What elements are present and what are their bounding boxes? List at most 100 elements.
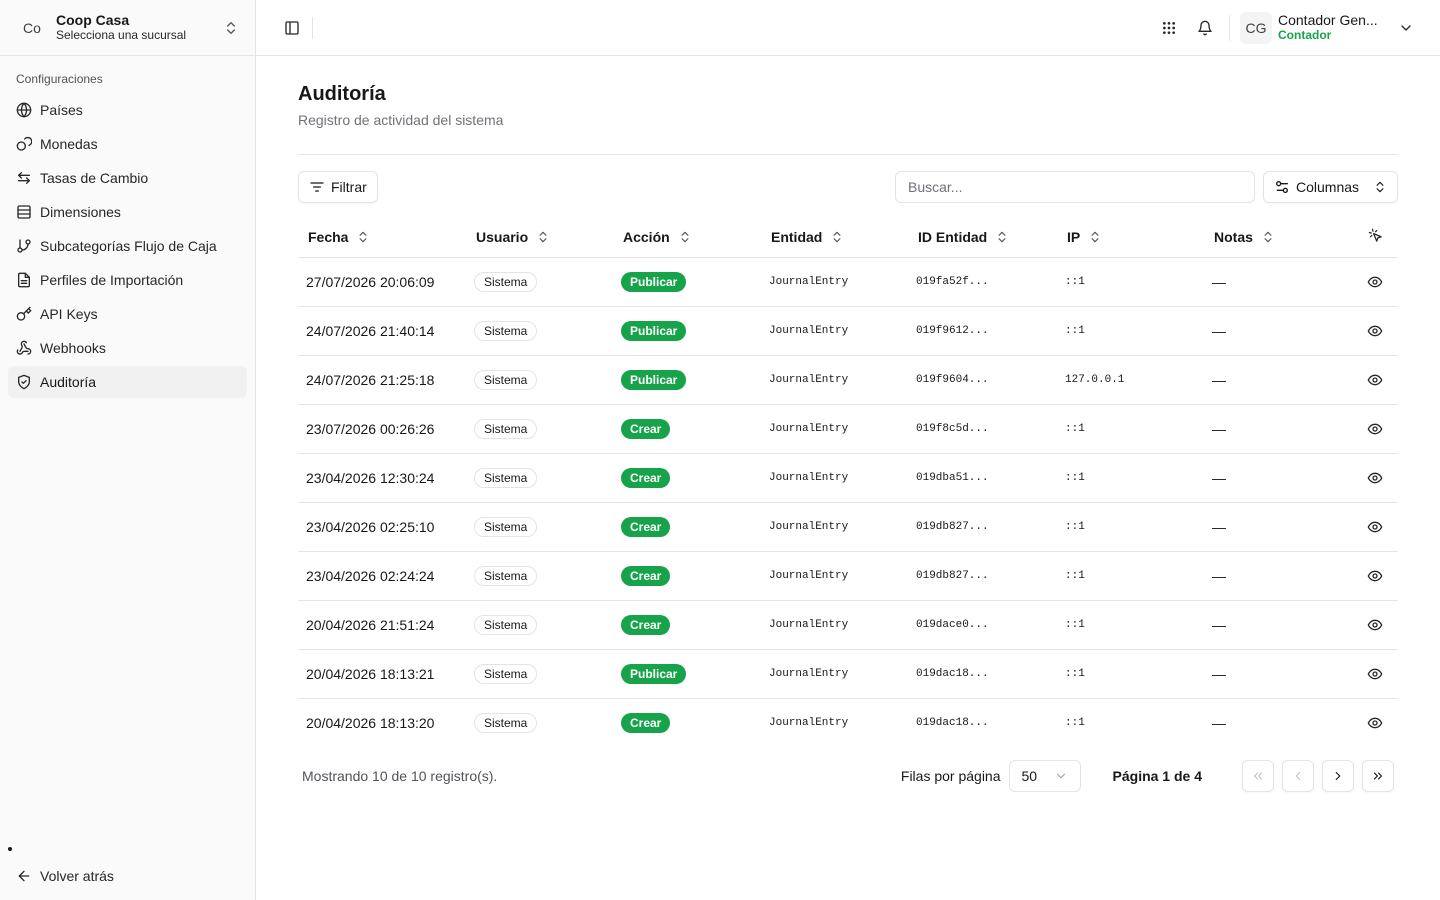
- notifications-button[interactable]: [1187, 10, 1223, 46]
- view-details-button[interactable]: [1352, 355, 1398, 405]
- view-details-button[interactable]: [1352, 404, 1398, 454]
- sort-icon: [681, 231, 689, 242]
- sparkle-cursor-icon: [1368, 228, 1382, 242]
- user-name: Contador Gen...: [1278, 11, 1378, 28]
- view-details-button[interactable]: [1352, 257, 1398, 307]
- sidebar-item-auditoria[interactable]: Auditoría: [8, 366, 247, 398]
- header-id-entidad[interactable]: ID Entidad: [908, 217, 1057, 258]
- header-label: Fecha: [308, 228, 349, 245]
- chevrons-left-icon: [1253, 772, 1263, 780]
- header-actions[interactable]: [1352, 217, 1398, 258]
- cell-id-entidad: 019f8c5d...: [908, 404, 1057, 454]
- table-row: 24/07/2026 21:40:14 Sistema Publicar Journa…: [298, 306, 1398, 356]
- sort-icon: [539, 231, 547, 242]
- view-details-button[interactable]: [1352, 306, 1398, 356]
- view-details-button[interactable]: [1352, 698, 1398, 747]
- topbar: CG Contador Gen... Contador: [256, 0, 1440, 56]
- cell-id-entidad: 019f9612...: [908, 306, 1057, 356]
- view-details-button[interactable]: [1352, 600, 1398, 650]
- audit-table: Fecha Usuario Acción Entidad ID Entidad …: [298, 217, 1398, 747]
- view-details-button[interactable]: [1352, 551, 1398, 601]
- header-entidad[interactable]: Entidad: [761, 217, 908, 258]
- header-notas[interactable]: Notas: [1204, 217, 1352, 258]
- sidebar-toggle-button[interactable]: [278, 14, 306, 42]
- cell-ip: ::1: [1057, 404, 1204, 454]
- user-avatar: CG: [1240, 11, 1272, 44]
- header-fecha[interactable]: Fecha: [298, 217, 466, 258]
- cell-ip: ::1: [1057, 306, 1204, 356]
- cell-ip: ::1: [1057, 257, 1204, 307]
- cell-fecha: 20/04/2026 18:13:21: [298, 649, 466, 699]
- org-switcher[interactable]: Co Coop Casa Selecciona una sucursal: [0, 0, 255, 56]
- header-accion[interactable]: Acción: [613, 217, 761, 258]
- cell-entidad: JournalEntry: [761, 600, 908, 650]
- back-link[interactable]: Volver atrás: [8, 860, 122, 892]
- eye-icon: [1367, 619, 1383, 631]
- sidebar-item-subcategorias[interactable]: Subcategorías Flujo de Caja: [8, 230, 247, 262]
- header-usuario[interactable]: Usuario: [466, 217, 613, 258]
- pagination-info: Mostrando 10 de 10 registro(s).: [302, 768, 498, 784]
- sidebar-item-perfiles-importacion[interactable]: Perfiles de Importación: [8, 264, 247, 296]
- cell-entidad: JournalEntry: [761, 257, 908, 307]
- filter-button[interactable]: Filtrar: [298, 171, 378, 203]
- cell-id-entidad: 019fa52f...: [908, 257, 1057, 307]
- sidebar-item-paises[interactable]: Países: [8, 94, 247, 126]
- sort-icon: [1091, 231, 1099, 242]
- next-page-button[interactable]: [1322, 760, 1354, 792]
- user-badge: Sistema: [474, 663, 538, 684]
- sidebar-item-dimensiones[interactable]: Dimensiones: [8, 196, 247, 228]
- search-input[interactable]: [895, 171, 1255, 203]
- user-badge: Sistema: [474, 712, 538, 733]
- chevron-left-icon: [1295, 771, 1301, 781]
- cell-fecha: 23/04/2026 02:25:10: [298, 502, 466, 552]
- first-page-button[interactable]: [1242, 760, 1274, 792]
- table-row: 23/04/2026 02:25:10 Sistema Crear JournalEn…: [298, 502, 1398, 552]
- cell-ip: ::1: [1057, 649, 1204, 699]
- table-toolbar: Filtrar Columnas: [298, 171, 1398, 203]
- chevron-down-icon: [1056, 773, 1065, 779]
- eye-icon: [1367, 374, 1383, 386]
- sidebar-item-monedas[interactable]: Monedas: [8, 128, 247, 160]
- org-avatar: Co: [23, 19, 41, 36]
- cell-entidad: JournalEntry: [761, 649, 908, 699]
- arrows-exchange-icon: [18, 172, 30, 184]
- webhook-icon: [16, 340, 32, 355]
- divider: [298, 154, 1398, 155]
- header-label: Entidad: [771, 228, 823, 245]
- user-menu[interactable]: CG Contador Gen... Contador: [1240, 11, 1440, 44]
- sidebar-item-api-keys[interactable]: API Keys: [8, 298, 247, 330]
- action-badge: Crear: [621, 418, 671, 439]
- header-ip[interactable]: IP: [1057, 217, 1204, 258]
- sidebar-item-label: Perfiles de Importación: [40, 272, 184, 288]
- rows-per-page-value: 50: [1021, 768, 1038, 784]
- action-badge: Publicar: [621, 369, 687, 390]
- sidebar-dot: [8, 847, 12, 851]
- filter-button-label: Filtrar: [331, 179, 367, 195]
- pagination: Mostrando 10 de 10 registro(s). Filas po…: [298, 759, 1398, 793]
- globe-icon: [16, 102, 32, 118]
- page-indicator: Página 1 de 4: [1112, 768, 1202, 784]
- chevrons-up-down-icon: [227, 21, 235, 34]
- cell-entidad: JournalEntry: [761, 453, 908, 503]
- eye-icon: [1367, 718, 1383, 729]
- view-details-button[interactable]: [1352, 453, 1398, 503]
- columns-button[interactable]: Columnas: [1263, 171, 1398, 203]
- sidebar-item-webhooks[interactable]: Webhooks: [8, 332, 247, 364]
- cell-fecha: 27/07/2026 20:06:09: [298, 257, 466, 307]
- chevrons-up-down-icon: [1376, 181, 1384, 193]
- user-badge: Sistema: [474, 565, 538, 586]
- last-page-button[interactable]: [1362, 760, 1394, 792]
- action-badge: Publicar: [621, 663, 687, 684]
- action-badge: Publicar: [621, 271, 687, 292]
- sidebar-item-tasas-de-cambio[interactable]: Tasas de Cambio: [8, 162, 247, 194]
- eye-icon: [1367, 472, 1383, 484]
- rows-per-page-select[interactable]: 50: [1008, 760, 1081, 792]
- cell-entidad: JournalEntry: [761, 551, 908, 601]
- user-badge: Sistema: [474, 418, 538, 439]
- prev-page-button[interactable]: [1282, 760, 1314, 792]
- apps-button[interactable]: [1151, 10, 1187, 46]
- filter-lines-icon: [310, 182, 324, 192]
- view-details-button[interactable]: [1352, 649, 1398, 699]
- view-details-button[interactable]: [1352, 502, 1398, 552]
- header-label: ID Entidad: [918, 228, 988, 245]
